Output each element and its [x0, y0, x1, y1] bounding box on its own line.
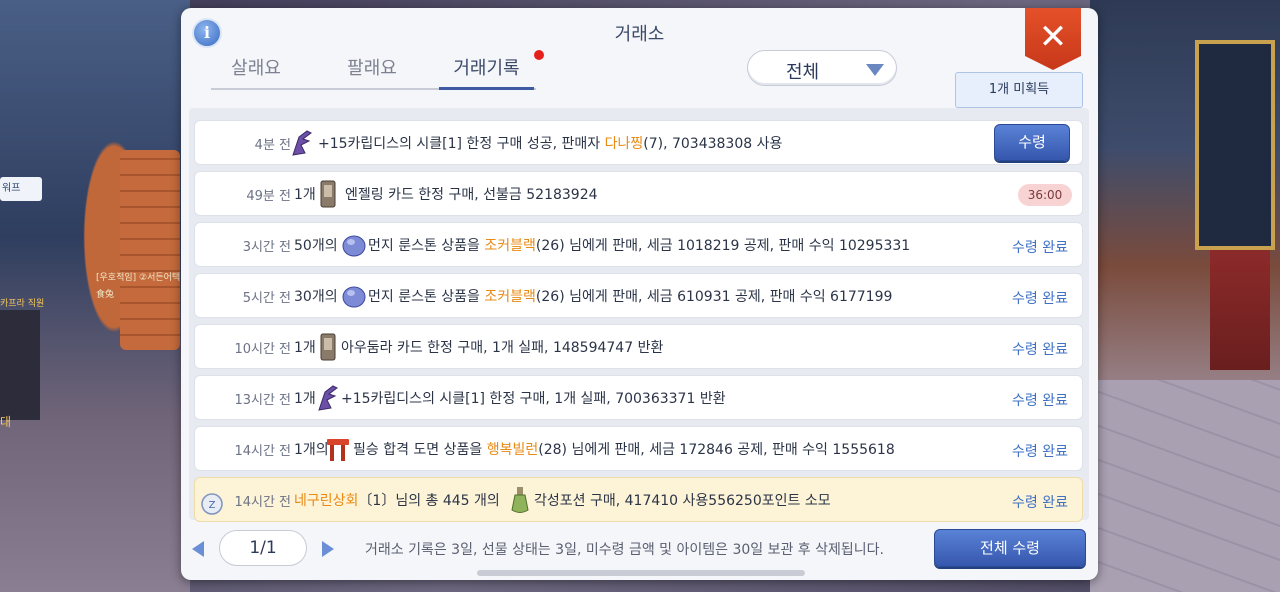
row-description: +15카립디스의 시클[1] 한정 구매, 1개 실패, 700363371 반… [341, 391, 726, 407]
page-indicator: 1/1 [219, 530, 307, 566]
row-time: 10시간 전 [234, 342, 291, 357]
row-time: 4분 전 [254, 138, 291, 153]
runestone-icon [342, 235, 366, 257]
row-quantity: 1개 [294, 391, 316, 407]
row-description-detail: 각성포션 구매, 417410 사용556250포인트 소모 [534, 493, 831, 509]
blueprint-icon [327, 439, 349, 461]
history-row: 5시간 전 30개의 먼지 룬스톤 상품을 조커블랙(26) 님에게 판매, 세… [194, 273, 1083, 318]
filter-dropdown[interactable]: 전체 [747, 50, 897, 86]
tab-trade-history-label: 거래기록 [453, 58, 520, 79]
row-time: 14시간 전 [234, 444, 291, 459]
buyer-name: 조커블랙 [484, 289, 536, 305]
row-time: 14시간 전 [234, 495, 291, 510]
potion-icon [511, 487, 529, 513]
history-row: 4분 전 +15카립디스의 시클[1] 한정 구매 성공, 판매자 다나찡(7)… [194, 120, 1083, 165]
chevron-down-icon [866, 64, 884, 76]
close-button[interactable]: ✕ [1025, 8, 1081, 70]
row-time: 3시간 전 [242, 240, 291, 255]
tab-sell[interactable]: 팔래요 [337, 56, 407, 90]
background-floor [1090, 380, 1280, 592]
background-right-scene [1090, 0, 1280, 592]
npc-label-kafra: 카프라 직원 [0, 299, 45, 309]
history-row: 14시간 전 1개의 필승 합격 도면 상품을 행복빌런(28) 님에게 판매,… [194, 426, 1083, 471]
row-quantity: 1개 [294, 187, 316, 203]
history-row: 13시간 전 1개 +15카립디스의 시클[1] 한정 구매, 1개 실패, 7… [194, 375, 1083, 420]
npc-name: 食兔 [96, 290, 115, 300]
history-row: 3시간 전 50개의 먼지 룬스톤 상품을 조커블랙(26) 님에게 판매, 세… [194, 222, 1083, 267]
row-description: 먼지 룬스톤 상품을 조커블랙(26) 님에게 판매, 세금 1018219 공… [368, 238, 911, 254]
row-time: 13시간 전 [234, 393, 291, 408]
background-frame [1195, 40, 1275, 250]
row-quantity: 50개의 [294, 238, 338, 254]
background-wall [120, 150, 180, 350]
history-row: 49분 전 1개 엔젤링 카드 한정 구매, 선불금 52183924 36:0… [194, 171, 1083, 216]
row-description: 필승 합격 도면 상품을 행복빌런(28) 님에게 판매, 세금 172846 … [353, 442, 895, 458]
whip-weapon-icon [318, 385, 338, 411]
history-row: Z 14시간 전 네구린상회〔1〕님의 총 445 개의 각성포션 구매, 41… [194, 477, 1083, 522]
card-icon [320, 180, 336, 208]
retention-notice: 거래소 기록은 3일, 선물 상태는 3일, 미수령 금액 및 아이템은 30일… [365, 542, 884, 558]
background-pillar [0, 310, 40, 420]
received-status: 수령 완료 [1012, 240, 1068, 256]
background-left-scene: 워프 [우호적임] ②서든어택 食兔 카프라 직원 대 [0, 0, 190, 592]
seller-name: 다나찡 [604, 136, 644, 152]
row-description: 아우둠라 카드 한정 구매, 1개 실패, 148594747 반환 [341, 340, 664, 356]
buyer-name: 행복빌런 [486, 442, 539, 458]
shop-name: 네구린상회 [294, 493, 359, 509]
runestone-icon [342, 286, 366, 308]
countdown-timer: 36:00 [1018, 184, 1072, 206]
background-cloth [1210, 250, 1270, 370]
row-quantity: 1개 [294, 340, 316, 356]
unclaimed-badge: 1개 미획득 [955, 72, 1083, 108]
money-bag-icon: Z [201, 493, 223, 515]
received-status: 수령 완료 [1012, 291, 1068, 307]
receive-button[interactable]: 수령 [994, 124, 1070, 161]
next-page-icon[interactable] [322, 541, 334, 557]
row-description: 네구린상회〔1〕님의 총 445 개의 [294, 493, 500, 509]
exchange-panel: i 거래소 살래요 팔래요 거래기록 전체 ✕ 4분 전 +15카립디스의 시클… [181, 8, 1098, 580]
row-time: 49분 전 [246, 189, 291, 204]
card-icon [320, 333, 336, 361]
history-row: 10시간 전 1개 아우둠라 카드 한정 구매, 1개 실패, 14859474… [194, 324, 1083, 369]
claim-all-button[interactable]: 전체 수령 [934, 529, 1086, 567]
warp-tag[interactable]: 워프 [0, 177, 42, 201]
filter-value: 전체 [786, 62, 820, 83]
tab-bar: 살래요 팔래요 거래기록 [211, 50, 544, 90]
scrollbar[interactable] [477, 570, 805, 576]
row-time: 5시간 전 [242, 291, 291, 306]
svg-text:Z: Z [209, 500, 216, 511]
buyer-name: 조커블랙 [484, 238, 536, 254]
panel-title: 거래소 [614, 24, 665, 45]
received-status: 수령 완료 [1012, 444, 1068, 460]
tab-buy[interactable]: 살래요 [221, 56, 291, 90]
notification-dot [534, 50, 544, 60]
row-description: +15카립디스의 시클[1] 한정 구매 성공, 판매자 다나찡(7), 703… [318, 136, 783, 152]
whip-weapon-icon [292, 130, 312, 156]
row-quantity: 30개의 [294, 289, 338, 305]
row-description: 엔젤링 카드 한정 구매, 선불금 52183924 [345, 187, 598, 203]
npc-label-partial: 대 [0, 415, 12, 429]
received-status: 수령 완료 [1012, 393, 1068, 409]
received-status: 수령 완료 [1012, 495, 1068, 511]
row-description: 먼지 룬스톤 상품을 조커블랙(26) 님에게 판매, 세금 610931 공제… [368, 289, 893, 305]
tab-trade-history[interactable]: 거래기록 [439, 50, 544, 90]
row-quantity: 1개의 [294, 442, 329, 458]
received-status: 수령 완료 [1012, 342, 1068, 358]
previous-page-icon[interactable] [192, 541, 204, 557]
npc-label: [우호적임] ②서든어택 [96, 273, 181, 283]
